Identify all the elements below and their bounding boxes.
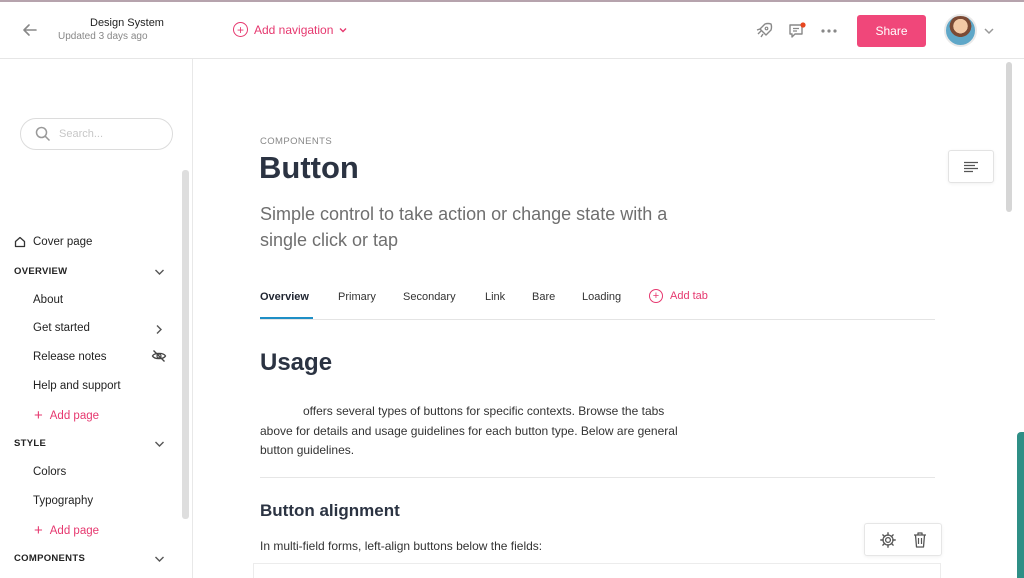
plus-icon: + <box>34 522 43 539</box>
home-icon <box>14 236 26 248</box>
search-icon <box>35 126 51 142</box>
active-tab-indicator <box>260 317 313 319</box>
sidebar-item-colors[interactable]: Colors <box>33 466 66 478</box>
list-icon <box>964 161 978 172</box>
add-page-button[interactable]: + Add page <box>34 408 99 423</box>
sidebar-item-release-notes[interactable]: Release notes <box>33 351 107 363</box>
page-title: Button <box>259 150 359 185</box>
block-toolbar <box>864 523 942 556</box>
chevron-down-icon[interactable] <box>154 551 165 569</box>
top-bar: Design System Updated 3 days ago + Add n… <box>0 0 1024 59</box>
chevron-down-icon[interactable] <box>154 264 165 282</box>
usage-paragraph: offers several types of buttons for spec… <box>260 402 700 461</box>
sidebar-item-about[interactable]: About <box>33 294 63 306</box>
sidebar-scrollbar[interactable] <box>182 170 189 519</box>
sidebar-item-help-and-support[interactable]: Help and support <box>33 380 121 392</box>
background-window-edge <box>1017 432 1024 578</box>
search-input[interactable] <box>59 128 159 140</box>
sidebar-item-cover-page[interactable]: Cover page <box>14 236 92 248</box>
add-navigation-label: Add navigation <box>254 22 334 37</box>
sidebar-item-label: Cover page <box>33 236 93 248</box>
document-title: Design System <box>90 17 164 29</box>
tab-link[interactable]: Link <box>485 291 505 303</box>
sidebar-section-overview[interactable]: OVERVIEW <box>14 266 67 277</box>
avatar[interactable] <box>944 14 977 47</box>
plus-circle-icon: + <box>649 289 663 303</box>
add-navigation-button[interactable]: + Add navigation <box>233 22 347 37</box>
tab-bare[interactable]: Bare <box>532 291 555 303</box>
tab-primary[interactable]: Primary <box>338 291 376 303</box>
add-page-label: Add page <box>49 409 100 422</box>
usage-text: offers several types of buttons for spec… <box>260 404 678 457</box>
tab-bar: Overview Primary Secondary Link Bare Loa… <box>260 289 935 320</box>
add-tab-button[interactable]: + Add tab <box>649 289 708 303</box>
chevron-right-icon[interactable] <box>155 322 163 340</box>
tab-loading[interactable]: Loading <box>582 291 621 303</box>
chevron-down-icon[interactable] <box>983 23 995 41</box>
table-of-contents-button[interactable] <box>948 150 994 183</box>
trash-icon[interactable] <box>912 531 928 549</box>
share-button[interactable]: Share <box>857 15 926 47</box>
sidebar-item-get-started[interactable]: Get started <box>33 322 90 334</box>
tab-secondary[interactable]: Secondary <box>403 291 456 303</box>
button-alignment-text: In multi-field forms, left-align buttons… <box>260 539 543 553</box>
back-arrow-icon[interactable] <box>18 18 42 42</box>
divider <box>260 477 935 478</box>
rocket-icon[interactable] <box>753 20 775 42</box>
last-updated: Updated 3 days ago <box>58 31 148 42</box>
button-alignment-heading: Button alignment <box>260 501 400 520</box>
add-page-label: Add page <box>49 524 100 537</box>
tab-overview[interactable]: Overview <box>260 291 309 303</box>
sidebar-section-components[interactable]: COMPONENTS <box>14 553 85 564</box>
sidebar-item-typography[interactable]: Typography <box>33 495 93 507</box>
settings-gear-icon[interactable] <box>879 531 897 549</box>
plus-circle-icon: + <box>233 22 248 37</box>
example-preview-box <box>253 563 941 578</box>
add-tab-label: Add tab <box>670 290 708 302</box>
chevron-down-icon[interactable] <box>154 436 165 454</box>
page-subtitle: Simple control to take action or change … <box>260 204 668 250</box>
comments-icon[interactable] <box>786 20 808 42</box>
usage-heading: Usage <box>260 349 333 376</box>
sidebar-section-style[interactable]: STYLE <box>14 438 46 449</box>
main-scrollbar[interactable] <box>1006 62 1012 212</box>
add-page-button[interactable]: + Add page <box>34 523 99 538</box>
hidden-eye-icon[interactable] <box>151 349 167 368</box>
chevron-down-icon <box>339 27 347 32</box>
page-eyebrow: COMPONENTS <box>260 136 333 147</box>
more-options-icon[interactable] <box>818 20 840 42</box>
plus-icon: + <box>34 407 43 424</box>
search-box[interactable] <box>20 118 173 150</box>
